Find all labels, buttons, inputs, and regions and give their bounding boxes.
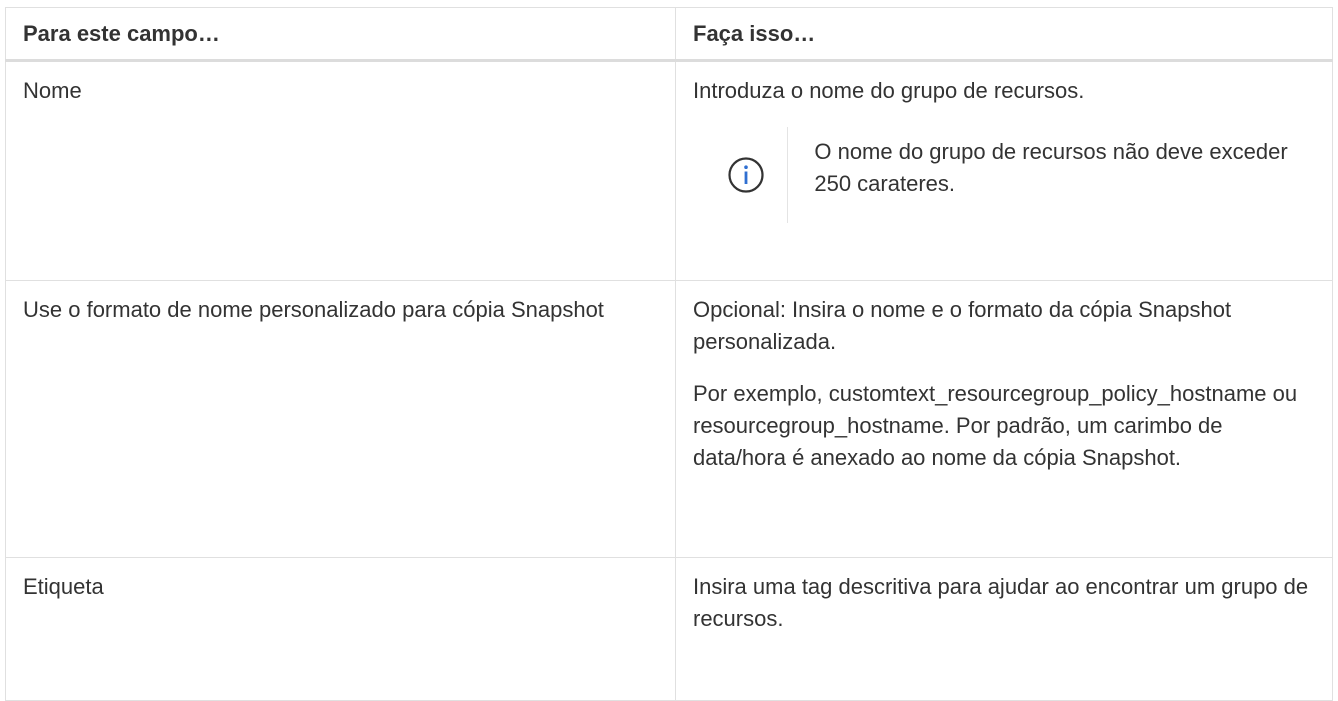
action-paragraph: Opcional: Insira o nome e o formato da c… — [693, 297, 1232, 354]
table-row: Nome Introduza o nome do grupo de recurs… — [5, 60, 1333, 281]
note-admonition: O nome do grupo de recursos não deve exc… — [705, 127, 1315, 223]
table-row: Use o formato de nome personalizado para… — [5, 280, 1333, 558]
field-cell-name: Nome — [5, 60, 676, 281]
action-paragraph: Por exemplo, customtext_resourcegroup_po… — [693, 381, 1298, 470]
action-cell-name: Introduza o nome do grupo de recursos. O… — [675, 60, 1333, 281]
field-instructions-table: Para este campo… Faça isso… Nome Introdu… — [5, 7, 1333, 701]
field-cell-label: Etiqueta — [5, 557, 676, 701]
note-text: O nome do grupo de recursos não deve exc… — [814, 139, 1288, 196]
action-cell-snapshot-format: Opcional: Insira o nome e o formato da c… — [675, 280, 1333, 558]
action-text: Introduza o nome do grupo de recursos. — [693, 78, 1085, 103]
info-circle-icon — [728, 157, 764, 193]
table-header-row: Para este campo… Faça isso… — [5, 7, 1333, 62]
action-cell-label: Insira uma tag descritiva para ajudar ao… — [675, 557, 1333, 701]
table-row: Etiqueta Insira uma tag descritiva para … — [5, 557, 1333, 701]
note-icon-container — [705, 127, 789, 223]
header-action: Faça isso… — [675, 7, 1333, 62]
field-cell-snapshot-format: Use o formato de nome personalizado para… — [5, 280, 676, 558]
header-field: Para este campo… — [5, 7, 676, 62]
